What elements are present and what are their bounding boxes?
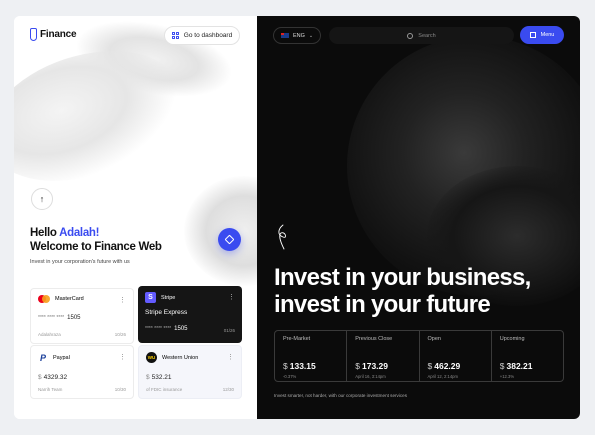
card-holder: Narrih Team <box>38 387 63 392</box>
card-footer: 01/26 <box>224 328 235 333</box>
stat-sub: +12.3% <box>499 374 515 379</box>
search-icon <box>407 32 414 39</box>
more-options-icon[interactable]: ⋮ <box>119 353 126 361</box>
card-expiry: 01/26 <box>223 328 235 333</box>
currency-symbol: $ <box>499 361 505 371</box>
currency-symbol: $ <box>38 374 42 381</box>
hero-tagline: Invest smarter, not harder, with our cor… <box>274 393 408 398</box>
card-name: Paypal <box>53 354 70 361</box>
stripe-card[interactable]: S Stripe ⋮ Stripe Express **** **** ****… <box>138 286 242 343</box>
logo-icon <box>30 28 37 41</box>
language-selector[interactable]: ENG ⌄ <box>273 27 321 44</box>
card-last4: 1505 <box>174 326 188 332</box>
western-union-icon: WU <box>146 352 157 363</box>
stat-pre-market: Pre-Market $133.15 -0.37% <box>275 331 348 381</box>
card-expiry: 10/30 <box>114 387 126 392</box>
stat-sub: April 16, 3:14pm <box>355 374 386 379</box>
stripe-icon: S <box>145 292 156 303</box>
stat-sub: April 12, 2:14pm <box>427 374 459 379</box>
stat-label: Previous Close <box>355 336 393 342</box>
stat-upcoming: Upcoming $382.21 +12.3% <box>492 331 563 381</box>
balance-value: 532.21 <box>151 374 172 381</box>
hero-headline: Invest in your business, invest in your … <box>274 264 531 318</box>
card-mask: **** **** **** <box>38 315 65 321</box>
flag-icon <box>280 33 289 38</box>
scribble-icon <box>278 224 287 250</box>
currency-symbol: $ <box>427 361 433 371</box>
search-input[interactable]: Search <box>329 27 514 44</box>
stat-value: $382.21 <box>500 361 533 371</box>
stat-label: Open <box>427 336 441 342</box>
cube-action-button[interactable] <box>218 228 241 251</box>
stat-value: $173.29 <box>355 361 388 371</box>
greeting-hello: Hello <box>30 227 57 239</box>
stat-number: 173.29 <box>361 361 388 371</box>
balance-value: 4329.32 <box>43 374 68 381</box>
greeting-user: Adalah! <box>59 227 100 239</box>
card-number: **** **** **** 1505 <box>38 315 81 321</box>
card-name: Stripe <box>161 294 176 301</box>
left-panel: Finance Go to dashboard ↑ Hello Adalah! … <box>14 16 257 419</box>
stat-value: $133.15 <box>283 361 316 371</box>
cube-icon <box>224 234 235 245</box>
stat-sub: -0.37% <box>283 374 297 379</box>
card-number: **** **** **** 1505 <box>145 326 188 332</box>
card-balance: $4329.32 <box>38 374 67 381</box>
card-holder: of FDIC insurance <box>146 387 183 392</box>
go-to-dashboard-button[interactable]: Go to dashboard <box>164 26 240 45</box>
currency-symbol: $ <box>355 361 360 371</box>
hero-line-2: invest in your future <box>274 291 491 318</box>
chevron-down-icon: ⌄ <box>308 32 314 39</box>
currency-symbol: $ <box>146 374 150 381</box>
stat-open: Open $462.29 April 12, 2:14pm <box>420 331 492 381</box>
stat-previous-close: Previous Close $173.29 April 16, 3:14pm <box>347 331 420 381</box>
right-panel: ENG ⌄ Search Menu Invest in your busines… <box>257 16 580 419</box>
card-last4: 1505 <box>67 315 81 321</box>
arrow-up-icon: ↑ <box>39 194 45 204</box>
stat-label: Upcoming <box>499 336 525 342</box>
more-options-icon[interactable]: ⋮ <box>119 296 126 304</box>
card-mask: **** **** **** <box>145 326 172 332</box>
menu-label: Menu <box>540 32 555 38</box>
stat-number: 133.15 <box>289 361 316 371</box>
card-footer: of FDIC insurance 12/30 <box>146 387 234 392</box>
card-title: Stripe Express <box>145 309 188 316</box>
currency-symbol: $ <box>283 361 288 371</box>
dashboard-button-label: Go to dashboard <box>183 32 233 39</box>
dashboard-grid-icon <box>171 32 179 39</box>
expand-icon <box>529 32 536 38</box>
card-holder: Adalahraza <box>38 332 61 337</box>
card-name: Western Union <box>162 354 199 361</box>
brand-name: Finance <box>40 29 77 40</box>
stat-value: $462.29 <box>428 361 461 371</box>
card-footer: Narrih Team 10/30 <box>38 387 126 392</box>
welcome-heading: Welcome to Finance Web <box>30 241 162 253</box>
stat-number: 462.29 <box>434 361 461 371</box>
paypal-icon: P <box>39 352 46 363</box>
mastercard-icon <box>38 295 50 303</box>
western-union-card[interactable]: WU Western Union ⋮ $532.21 of FDIC insur… <box>138 345 242 399</box>
card-footer: Adalahraza 10/26 <box>38 332 126 337</box>
card-name: MasterCard <box>55 296 84 302</box>
search-placeholder: Search <box>418 32 436 39</box>
mastercard-card[interactable]: MasterCard ⋮ **** **** **** 1505 Adalahra… <box>30 288 134 344</box>
stat-label: Pre-Market <box>283 336 311 342</box>
greeting-subtitle: Invest in your corporation's future with… <box>30 259 130 265</box>
hero-line-1: Invest in your business, <box>274 264 531 291</box>
card-balance: $532.21 <box>146 374 172 381</box>
stat-number: 382.21 <box>506 361 533 371</box>
paypal-card[interactable]: P Paypal ⋮ $4329.32 Narrih Team 10/30 <box>30 345 134 399</box>
card-expiry: 12/30 <box>222 387 234 392</box>
market-stats: Pre-Market $133.15 -0.37% Previous Close… <box>274 330 564 382</box>
app-frame: Finance Go to dashboard ↑ Hello Adalah! … <box>14 16 580 419</box>
brand-logo[interactable]: Finance <box>30 28 77 41</box>
greeting-heading: Hello Adalah! <box>30 227 99 239</box>
card-expiry: 10/26 <box>114 332 126 337</box>
arrow-up-button[interactable]: ↑ <box>31 188 53 210</box>
language-label: ENG <box>292 32 305 39</box>
menu-button[interactable]: Menu <box>520 26 564 44</box>
more-options-icon[interactable]: ⋮ <box>227 353 234 361</box>
more-options-icon[interactable]: ⋮ <box>228 293 235 301</box>
